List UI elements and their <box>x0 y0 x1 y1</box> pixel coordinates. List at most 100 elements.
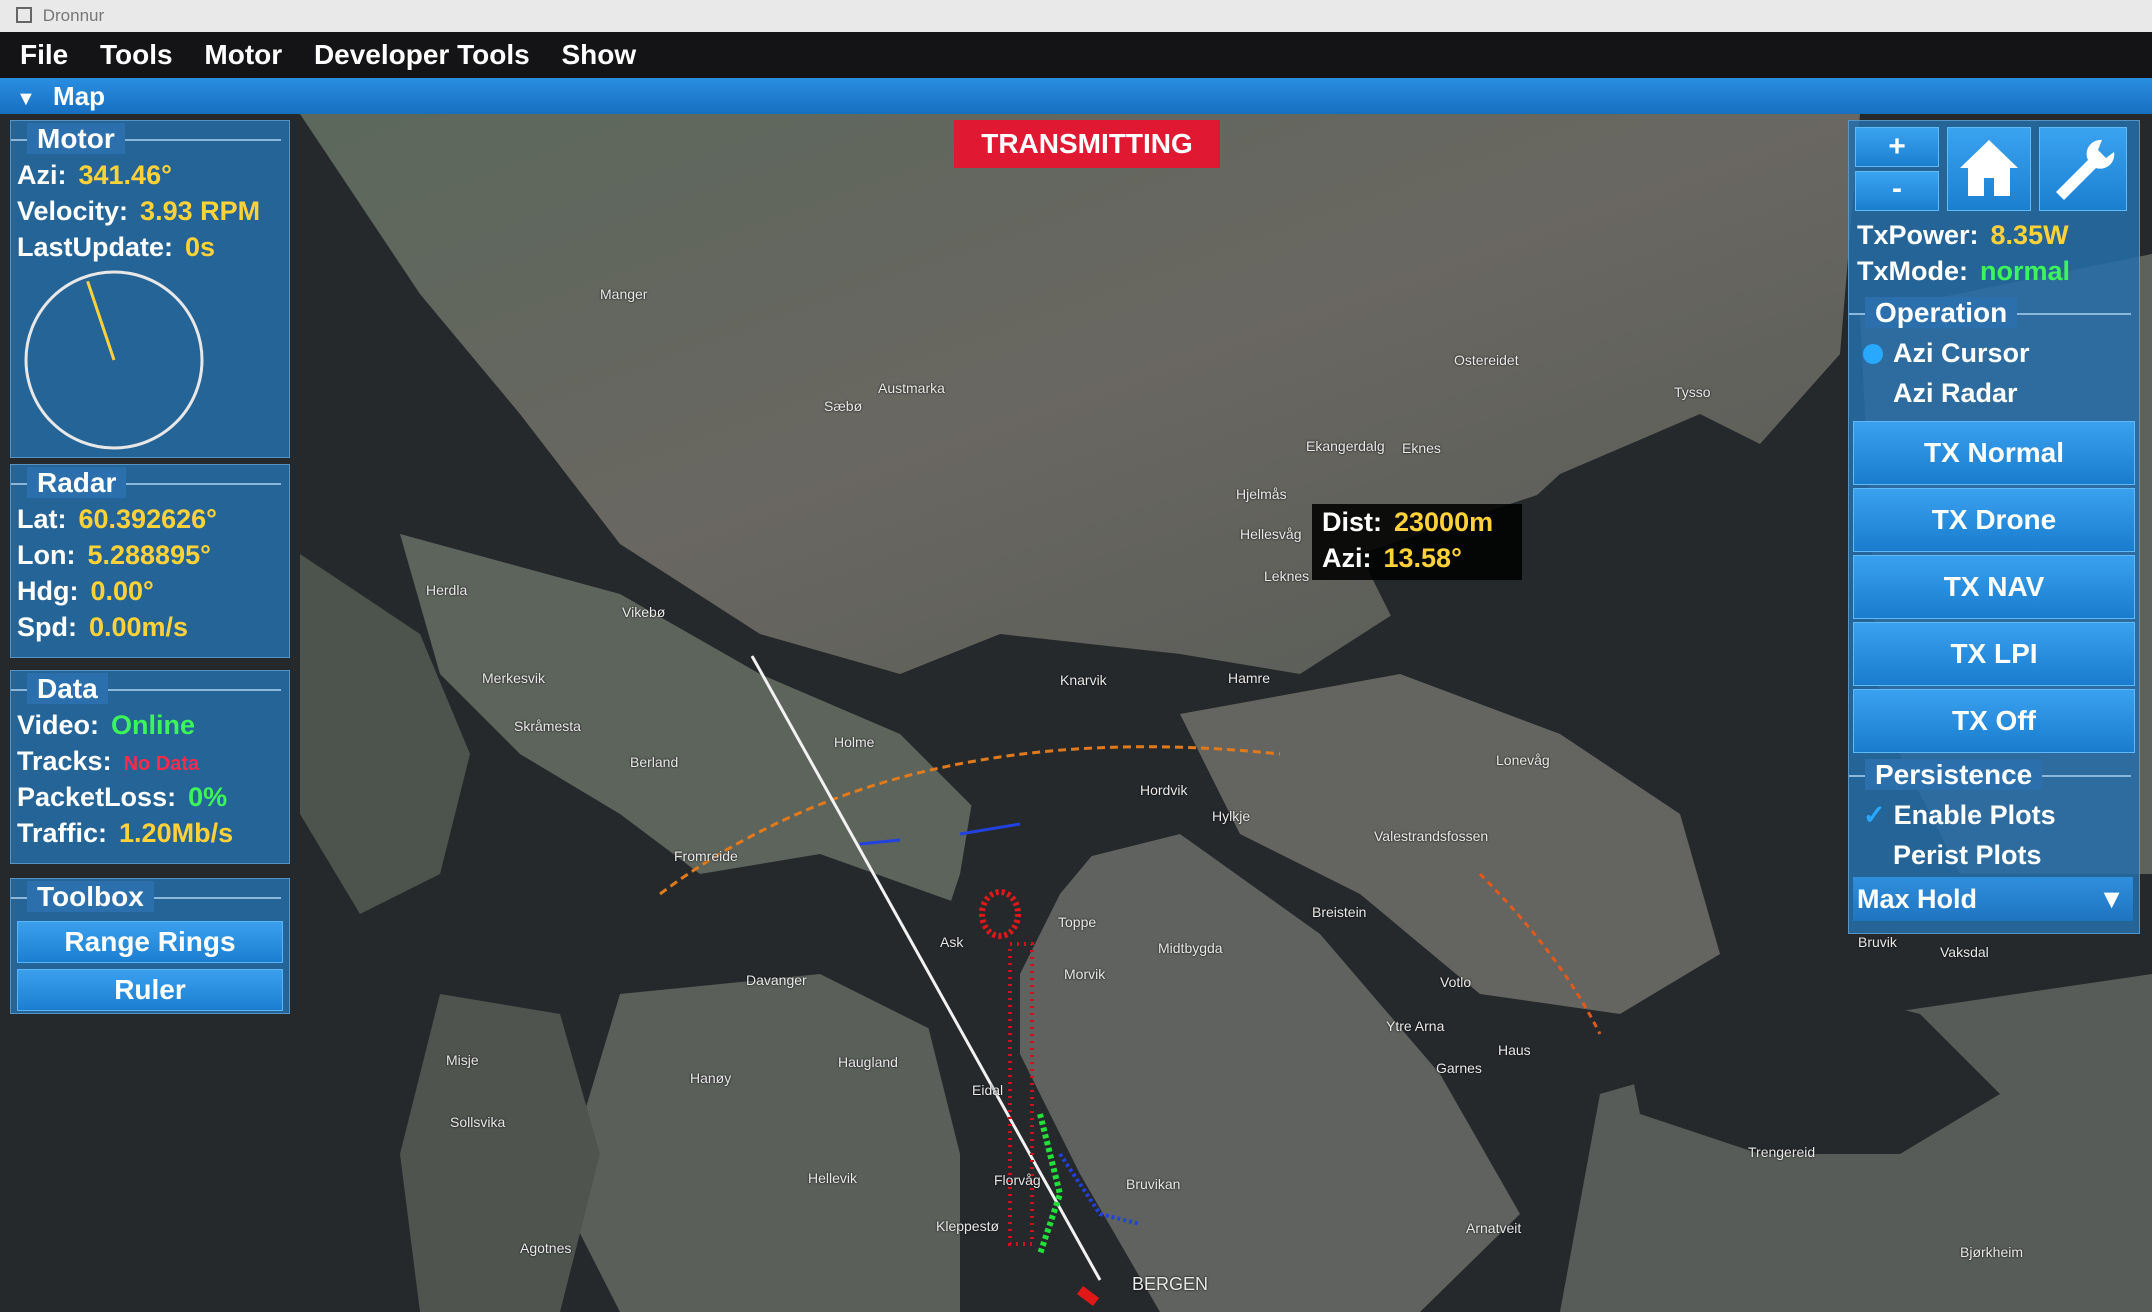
toolbox-title: Toolbox <box>27 881 154 912</box>
window-title: Dronnur <box>42 6 105 25</box>
place-label: Davanger <box>746 972 807 988</box>
place-label: Vaksdal <box>1940 944 1989 960</box>
place-label: Knarvik <box>1060 672 1107 688</box>
place-label: Merkesvik <box>482 670 546 686</box>
map-dock-header[interactable]: ▼ Map <box>0 78 2152 114</box>
place-label: Eknes <box>1402 440 1441 456</box>
place-label: Fromreide <box>674 848 738 864</box>
azi-cursor-label: Azi Cursor <box>1893 338 2030 368</box>
place-label: Trengereid <box>1748 1144 1816 1160</box>
place-label: Manger <box>600 286 648 302</box>
zoom-in-button[interactable]: + <box>1855 127 1939 167</box>
home-icon <box>1960 140 2018 196</box>
place-label: Hanøy <box>690 1070 732 1086</box>
txmode-label: TxMode: <box>1857 256 1968 286</box>
place-label: Herdla <box>426 582 468 598</box>
home-button[interactable] <box>1947 127 2031 211</box>
lon-value: 5.288895° <box>87 540 211 570</box>
place-label: Haus <box>1498 1042 1531 1058</box>
menu-show[interactable]: Show <box>561 39 636 70</box>
ruler-button[interactable]: Ruler <box>17 969 283 1011</box>
place-label: Votlo <box>1440 974 1472 990</box>
max-hold-value: Max Hold <box>1857 884 1978 914</box>
lastupdate-value: 0s <box>185 232 216 262</box>
place-label: Ekangerdalg <box>1306 438 1385 454</box>
traffic-label: Traffic: <box>17 818 108 848</box>
perist-plots-checkbox[interactable]: Perist Plots <box>1887 837 2042 873</box>
place-label: Hjelmås <box>1236 486 1287 502</box>
map-dock-title: Map <box>53 81 106 111</box>
place-label: Hellevik <box>808 1170 858 1186</box>
control-panel: + - TxPower: 8.35W TxMode: normal Operatio… <box>1848 120 2140 934</box>
place-label: Agotnes <box>520 1240 572 1256</box>
place-label: Garnes <box>1436 1060 1482 1076</box>
azi-cursor-radio[interactable]: Azi Cursor <box>1857 335 2030 371</box>
chevron-down-icon[interactable]: ▼ <box>2098 877 2125 921</box>
operation-title: Operation <box>1865 297 2018 328</box>
azi-label: Azi: <box>17 160 67 190</box>
video-label: Video: <box>17 710 100 740</box>
tx-drone-button[interactable]: TX Drone <box>1853 488 2135 552</box>
menu-motor[interactable]: Motor <box>204 39 282 70</box>
video-status: Online <box>111 710 196 740</box>
tx-normal-button[interactable]: TX Normal <box>1853 421 2135 485</box>
zoom-out-button[interactable]: - <box>1855 171 1939 211</box>
place-label: BERGEN <box>1132 1274 1209 1294</box>
place-label: Austmarka <box>878 380 945 396</box>
menu-developer-tools[interactable]: Developer Tools <box>314 39 530 70</box>
place-label: Bjørkheim <box>1960 1244 2024 1260</box>
place-label: Morvik <box>1064 966 1106 982</box>
app-icon <box>16 7 32 23</box>
place-label: Leknes <box>1264 568 1310 584</box>
tx-nav-button[interactable]: TX NAV <box>1853 555 2135 619</box>
azi-radar-radio[interactable]: Azi Radar <box>1887 375 2018 411</box>
place-label: Hamre <box>1228 670 1271 686</box>
tracks-label: Tracks: <box>17 746 112 776</box>
tx-off-button[interactable]: TX Off <box>1853 689 2135 753</box>
range-rings-button[interactable]: Range Rings <box>17 921 283 963</box>
place-label: Midtbygda <box>1158 940 1223 956</box>
menu-tools[interactable]: Tools <box>100 39 173 70</box>
azi-value: 13.58° <box>1383 543 1462 573</box>
lon-label: Lon: <box>17 540 76 570</box>
enable-plots-checkbox[interactable]: ✓ Enable Plots <box>1857 797 2056 833</box>
place-label: Arnatveit <box>1466 1220 1522 1236</box>
hdg-label: Hdg: <box>17 576 79 606</box>
packetloss-label: PacketLoss: <box>17 782 177 812</box>
settings-button[interactable] <box>2039 127 2127 211</box>
place-label: Hylkje <box>1212 808 1251 824</box>
velocity-label: Velocity: <box>17 196 129 226</box>
place-label: Florvåg <box>994 1172 1041 1188</box>
place-label: Sæbø <box>824 398 863 414</box>
lat-value: 60.392626° <box>78 504 217 534</box>
enable-plots-label: Enable Plots <box>1893 800 2056 830</box>
map-canvas[interactable]: Manger Austmarka Sæbø Ostereidet Tysso E… <box>0 114 2152 1312</box>
max-hold-select[interactable]: Max Hold ▼ <box>1853 877 2133 921</box>
place-label: Vikebø <box>622 604 666 620</box>
motor-panel: Motor Azi: 341.46° Velocity: 3.93 RPM Last… <box>10 120 290 458</box>
azimuth-dial <box>24 270 204 450</box>
lat-label: Lat: <box>17 504 67 534</box>
collapse-triangle-icon[interactable]: ▼ <box>16 81 36 117</box>
txpower-label: TxPower: <box>1857 220 1979 250</box>
place-label: Holme <box>834 734 875 750</box>
place-label: Kleppestø <box>936 1218 1000 1234</box>
tx-lpi-button[interactable]: TX LPI <box>1853 622 2135 686</box>
toolbox-panel: Toolbox Range Rings Ruler <box>10 878 290 1014</box>
place-label: Valestrandsfossen <box>1374 828 1489 844</box>
spd-label: Spd: <box>17 612 77 642</box>
place-label: Toppe <box>1058 914 1097 930</box>
azimuth-needle <box>86 280 116 361</box>
tracks-status: No Data <box>123 753 200 775</box>
menu-file[interactable]: File <box>20 39 68 70</box>
menu-bar: File Tools Motor Developer Tools Show <box>0 32 2152 78</box>
place-label: Sollsvika <box>450 1114 506 1130</box>
motor-title: Motor <box>27 123 125 154</box>
place-label: Misje <box>446 1052 479 1068</box>
place-label: Ostereidet <box>1454 352 1519 368</box>
txmode-value: normal <box>1980 256 2071 286</box>
operation-section-header: Operation <box>1849 295 2139 331</box>
perist-plots-label: Perist Plots <box>1893 840 2042 870</box>
data-section-header: Data <box>11 671 289 707</box>
traffic-value: 1.20Mb/s <box>119 818 234 848</box>
